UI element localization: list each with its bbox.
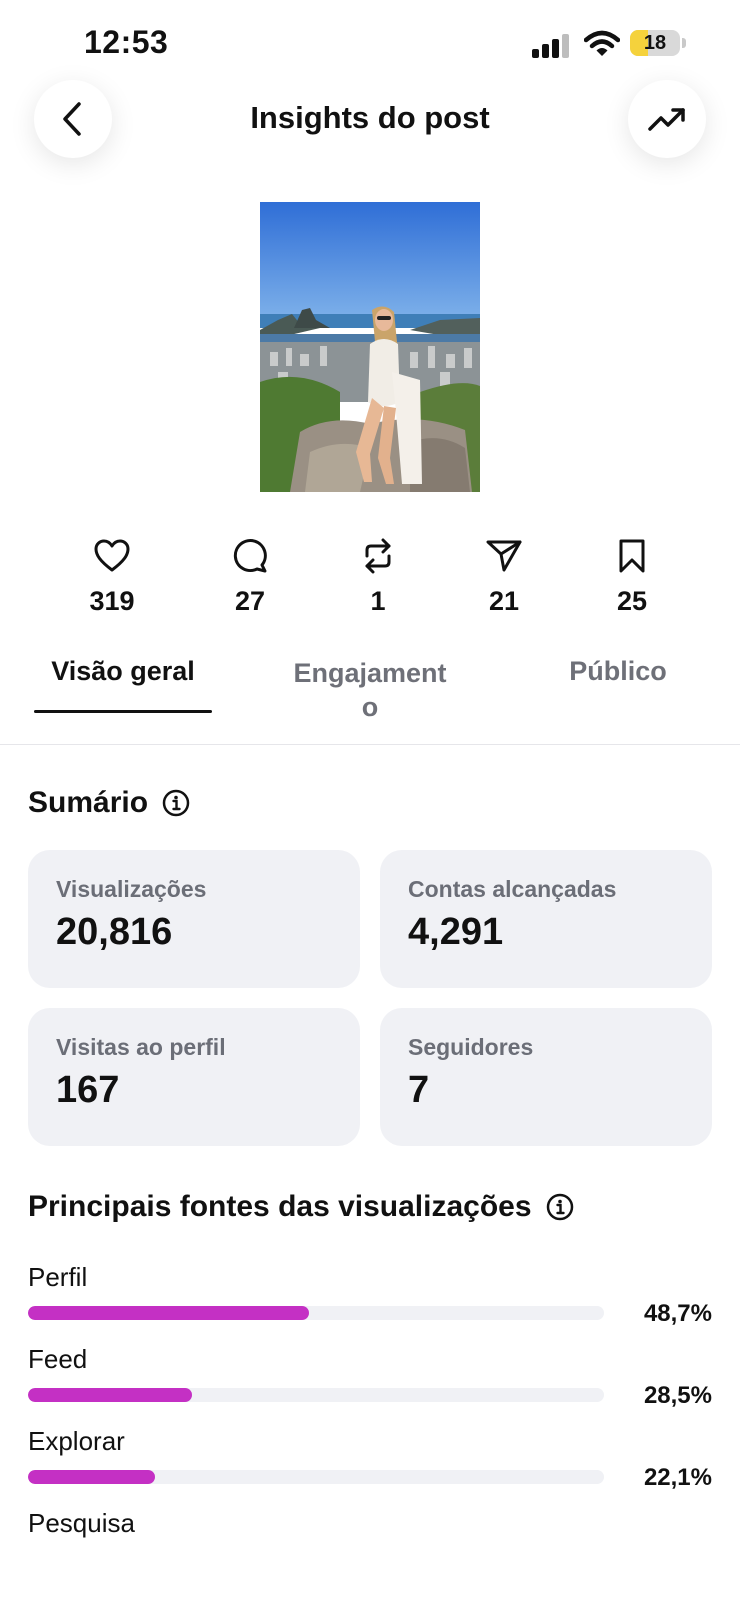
source-label-search: Pesquisa bbox=[28, 1508, 135, 1538]
accounts-reached-card[interactable]: Contas alcançadas 4,291 bbox=[380, 850, 712, 988]
likes-count: 319 bbox=[89, 586, 135, 616]
summary-heading: Sumário bbox=[28, 786, 190, 820]
source-bar-fill bbox=[28, 1388, 193, 1402]
shares-stat: 21 bbox=[454, 536, 554, 617]
sources-heading: Principais fontes das visualizações bbox=[28, 1190, 574, 1224]
tabs-divider bbox=[0, 744, 740, 745]
share-icon bbox=[486, 540, 522, 572]
comments-count: 27 bbox=[234, 586, 266, 616]
tab-engagement-label-line1: Engajament bbox=[293, 658, 447, 688]
tab-overview[interactable]: Visão geral bbox=[34, 656, 212, 687]
trend-button[interactable] bbox=[628, 80, 706, 158]
status-time: 12:53 bbox=[84, 24, 169, 60]
source-bar-fill bbox=[28, 1306, 309, 1320]
source-label-profile: Perfil bbox=[28, 1262, 88, 1292]
card-value: 7 bbox=[408, 1069, 430, 1111]
source-percent-profile: 48,7% bbox=[643, 1300, 712, 1327]
card-value: 4,291 bbox=[408, 911, 504, 953]
source-label-feed: Feed bbox=[28, 1344, 88, 1374]
views-card[interactable]: Visualizações 20,816 bbox=[28, 850, 360, 988]
card-label: Contas alcançadas bbox=[408, 876, 617, 902]
wifi-icon bbox=[584, 30, 620, 56]
likes-stat: 319 bbox=[62, 536, 162, 617]
comments-stat: 27 bbox=[200, 536, 300, 617]
card-label: Seguidores bbox=[408, 1034, 534, 1060]
status-bar: 12:53 18 bbox=[0, 0, 740, 86]
reposts-stat: 1 bbox=[328, 536, 428, 617]
cellular-signal-icon bbox=[532, 34, 572, 58]
source-percent-explore: 22,1% bbox=[643, 1464, 712, 1491]
active-tab-indicator bbox=[34, 710, 212, 713]
sources-title: Principais fontes das visualizações bbox=[28, 1190, 532, 1223]
card-label: Visitas ao perfil bbox=[56, 1034, 226, 1060]
info-icon[interactable] bbox=[546, 1193, 574, 1221]
post-thumbnail[interactable] bbox=[260, 202, 480, 492]
card-label: Visualizações bbox=[56, 876, 207, 902]
tab-audience[interactable]: Público bbox=[540, 656, 696, 687]
bookmark-icon bbox=[619, 539, 645, 573]
followers-card[interactable]: Seguidores 7 bbox=[380, 1008, 712, 1146]
saves-stat: 25 bbox=[582, 536, 682, 617]
card-value: 167 bbox=[56, 1069, 120, 1111]
comment-icon bbox=[233, 539, 267, 573]
reposts-count: 1 bbox=[370, 586, 386, 616]
source-bar-track bbox=[28, 1470, 604, 1484]
source-bar-track bbox=[28, 1306, 604, 1320]
trending-up-icon bbox=[648, 108, 685, 131]
profile-visits-card[interactable]: Visitas ao perfil 167 bbox=[28, 1008, 360, 1146]
card-value: 20,816 bbox=[56, 911, 173, 953]
summary-title: Sumário bbox=[28, 786, 149, 819]
source-bar-fill bbox=[28, 1470, 156, 1484]
info-icon[interactable] bbox=[162, 789, 190, 817]
tab-engagement[interactable]: Engajament o bbox=[270, 656, 470, 724]
saves-count: 25 bbox=[616, 586, 648, 616]
heart-icon bbox=[94, 539, 130, 572]
battery-icon: 18 bbox=[630, 30, 680, 56]
tab-engagement-label-line2: o bbox=[361, 692, 379, 722]
repost-icon bbox=[365, 538, 391, 574]
post-photo bbox=[260, 202, 480, 492]
source-bar-track bbox=[28, 1388, 604, 1402]
battery-level: 18 bbox=[643, 32, 667, 54]
shares-count: 21 bbox=[488, 586, 520, 616]
source-label-explore: Explorar bbox=[28, 1426, 125, 1456]
source-percent-feed: 28,5% bbox=[643, 1382, 712, 1409]
